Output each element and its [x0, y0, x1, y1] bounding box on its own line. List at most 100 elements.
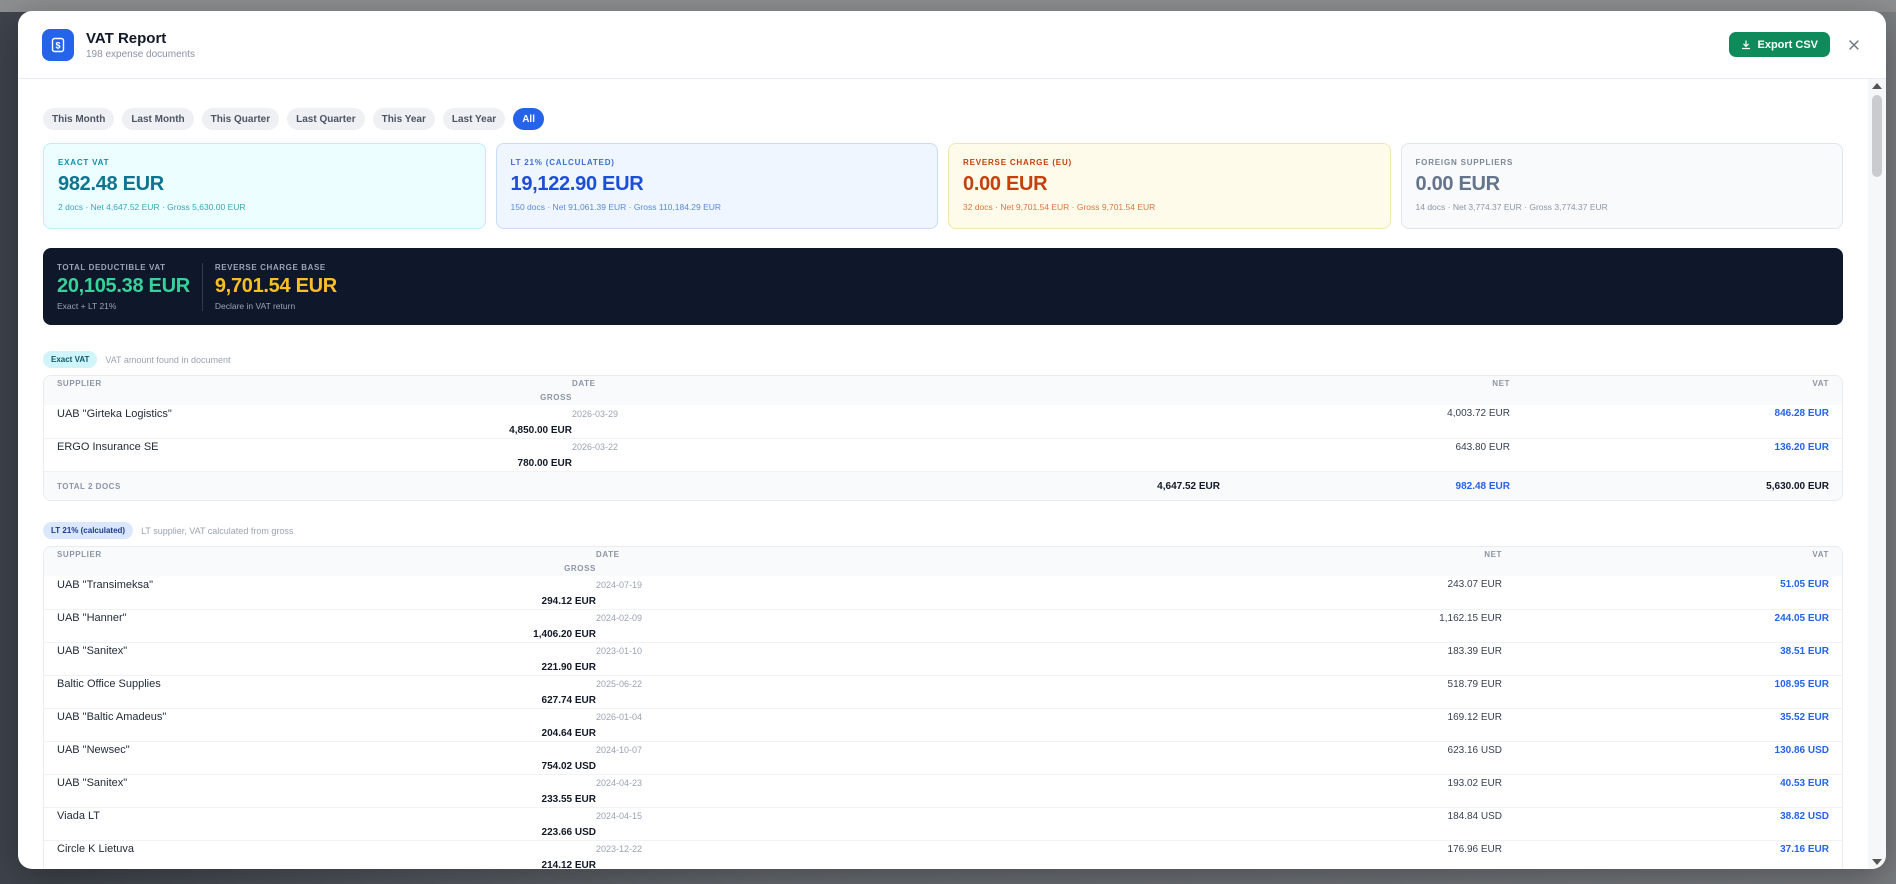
col-vat: VAT [1812, 549, 1829, 559]
vat-cell: 130.86 USD [1774, 744, 1829, 756]
card-value: 19,122.90 EUR [510, 173, 644, 195]
date-cell: 2024-10-07 [596, 745, 643, 756]
card-meta: 14 docs · Net 3,774.37 EUR · Gross 3,774… [1415, 202, 1608, 212]
table-row[interactable]: UAB "Hanner" 2024-02-09 1,162.15 EUR 244.05… [44, 609, 1842, 642]
card-foreign-suppliers: Foreign Suppliers 0.00 EUR 14 docs · Net… [1400, 143, 1843, 229]
card-exact-vat: Exact VAT 982.48 EUR 2 docs · Net 4,647.… [43, 143, 486, 229]
col-supplier: Supplier [57, 378, 102, 388]
vat-cell: 244.05 EUR [1774, 612, 1829, 624]
net-cell: 169.12 EUR [1447, 711, 1502, 723]
modal-title: VAT Report [86, 29, 167, 47]
vat-cell: 38.51 EUR [1780, 645, 1829, 657]
modal-header: $ VAT Report 198 expense documents Expor… [18, 11, 1886, 79]
col-supplier: Supplier [57, 549, 102, 559]
total-deductible-vat: Total Deductible VAT 20,105.38 EUR Exact… [57, 263, 202, 311]
gross-cell: 233.55 EUR [541, 793, 596, 805]
table-row[interactable]: ERGO Insurance SE 2026-03-22 643.80 EUR 136… [44, 438, 1842, 471]
totals-label: Reverse Charge Base [214, 262, 326, 272]
net-cell: 4,003.72 EUR [1447, 408, 1510, 419]
lt-badge: LT 21% (calculated) [43, 522, 134, 539]
table-row[interactable]: UAB "Sanitex" 2023-01-10 183.39 EUR 38.51 E… [44, 642, 1842, 675]
net-cell: 1,162.15 EUR [1439, 612, 1502, 624]
net-cell: 623.16 USD [1447, 744, 1502, 756]
period-filters: This Month Last Month This Quarter Last … [43, 108, 1843, 130]
scroll-down-arrow-icon[interactable] [1872, 859, 1882, 865]
totals-note: Declare in VAT return [214, 300, 296, 311]
filter-this-quarter[interactable]: This Quarter [201, 108, 280, 130]
card-label: Exact VAT [58, 158, 110, 167]
col-net: Net [1484, 549, 1502, 559]
net-cell: 518.79 EUR [1447, 678, 1502, 690]
supplier-cell: Viada LT [57, 810, 101, 823]
date-cell: 2024-04-15 [596, 811, 643, 822]
vat-cell: 40.53 EUR [1780, 777, 1829, 789]
date-cell: 2023-01-10 [596, 646, 643, 657]
export-csv-button[interactable]: Export CSV [1729, 32, 1830, 57]
supplier-cell: UAB "Hanner" [57, 612, 127, 625]
vat-cell: 136.20 EUR [1774, 441, 1829, 453]
date-cell: 2026-01-04 [596, 712, 643, 723]
filter-this-year[interactable]: This Year [372, 108, 435, 130]
vat-cell: 108.95 EUR [1774, 678, 1829, 690]
gross-cell: 214.12 EUR [541, 859, 596, 869]
table-row[interactable]: UAB "Girteka Logistics" 2026-03-29 4,003.7… [44, 405, 1842, 438]
card-meta: 32 docs · Net 9,701.54 EUR · Gross 9,701… [963, 202, 1156, 212]
table-total-row: Total 2 docs 4,647.52 EUR 982.48 EUR 5,6… [44, 471, 1842, 500]
reverse-charge-base: Reverse Charge Base 9,701.54 EUR Declare… [201, 262, 349, 311]
vat-cell: 38.82 USD [1780, 810, 1829, 822]
gross-cell: 754.02 USD [541, 760, 596, 772]
svg-text:$: $ [55, 40, 60, 50]
card-label: LT 21% (Calculated) [510, 158, 615, 167]
card-label: Reverse Charge (EU) [963, 158, 1072, 167]
card-label: Foreign Suppliers [1415, 158, 1514, 167]
date-cell: 2023-12-22 [596, 844, 643, 855]
supplier-cell: UAB "Baltic Amadeus" [57, 711, 167, 724]
card-meta: 150 docs · Net 91,061.39 EUR · Gross 110… [510, 202, 722, 212]
filter-all[interactable]: All [513, 108, 544, 130]
date-cell: 2026-03-22 [572, 442, 619, 453]
table-row[interactable]: UAB "Sanitex" 2024-04-23 193.02 EUR 40.53 E… [44, 774, 1842, 807]
scroll-up-arrow-icon[interactable] [1872, 83, 1882, 89]
close-icon[interactable] [1846, 37, 1862, 53]
supplier-cell: UAB "Girteka Logistics" [57, 407, 172, 420]
totals-value: 9,701.54 EUR [214, 274, 337, 297]
filter-last-year[interactable]: Last Year [442, 108, 506, 130]
totals-note: Exact + LT 21% [57, 300, 117, 311]
gross-cell: 627.74 EUR [541, 694, 596, 706]
scroll-thumb[interactable] [1872, 95, 1882, 177]
net-cell: 243.07 EUR [1447, 579, 1502, 590]
filter-last-month[interactable]: Last Month [122, 108, 194, 130]
total-label: Total 2 docs [57, 481, 121, 491]
card-lt-21: LT 21% (Calculated) 19,122.90 EUR 150 do… [495, 143, 938, 229]
col-net: Net [1492, 378, 1510, 388]
supplier-cell: UAB "Sanitex" [57, 777, 128, 790]
supplier-cell: Circle K Lietuva [57, 843, 135, 856]
total-vat: 982.48 EUR [1455, 480, 1510, 492]
report-dollar-icon: $ [42, 28, 74, 61]
filter-last-quarter[interactable]: Last Quarter [287, 108, 365, 130]
totals-value: 20,105.38 EUR [57, 274, 190, 297]
net-cell: 176.96 EUR [1447, 843, 1502, 855]
col-date: Date [572, 378, 596, 388]
export-csv-label: Export CSV [1757, 38, 1818, 51]
table-row[interactable]: Baltic Office Supplies 2025-06-22 518.79 E… [44, 675, 1842, 708]
vat-cell: 37.16 EUR [1780, 843, 1829, 855]
summary-cards: Exact VAT 982.48 EUR 2 docs · Net 4,647.… [43, 143, 1843, 229]
vat-cell: 51.05 EUR [1780, 579, 1829, 590]
exact-vat-section-head: Exact VAT VAT amount found in document [43, 351, 1843, 368]
lt-section-head: LT 21% (calculated) LT supplier, VAT cal… [43, 522, 1843, 539]
table-row[interactable]: UAB "Baltic Amadeus" 2026-01-04 169.12 EUR… [44, 708, 1842, 741]
vertical-scrollbar[interactable] [1868, 79, 1886, 869]
table-row[interactable]: Viada LT 2024-04-15 184.84 USD 38.82 USD 223… [44, 807, 1842, 840]
table-row[interactable]: UAB "Transimeksa" 2024-07-19 243.07 EUR 51.… [44, 576, 1842, 609]
gross-cell: 221.90 EUR [541, 661, 596, 673]
table-row[interactable]: Circle K Lietuva 2023-12-22 176.96 EUR 37.1… [44, 840, 1842, 869]
filter-this-month[interactable]: This Month [43, 108, 115, 130]
gross-cell: 294.12 EUR [541, 595, 596, 607]
card-value: 0.00 EUR [963, 173, 1048, 195]
table-row[interactable]: UAB "Newsec" 2024-10-07 623.16 USD 130.86 U… [44, 741, 1842, 774]
gross-cell: 1,406.20 EUR [533, 628, 596, 640]
exact-vat-badge: Exact VAT [43, 351, 98, 368]
total-net: 4,647.52 EUR [1157, 480, 1220, 492]
date-cell: 2024-07-19 [596, 579, 643, 590]
